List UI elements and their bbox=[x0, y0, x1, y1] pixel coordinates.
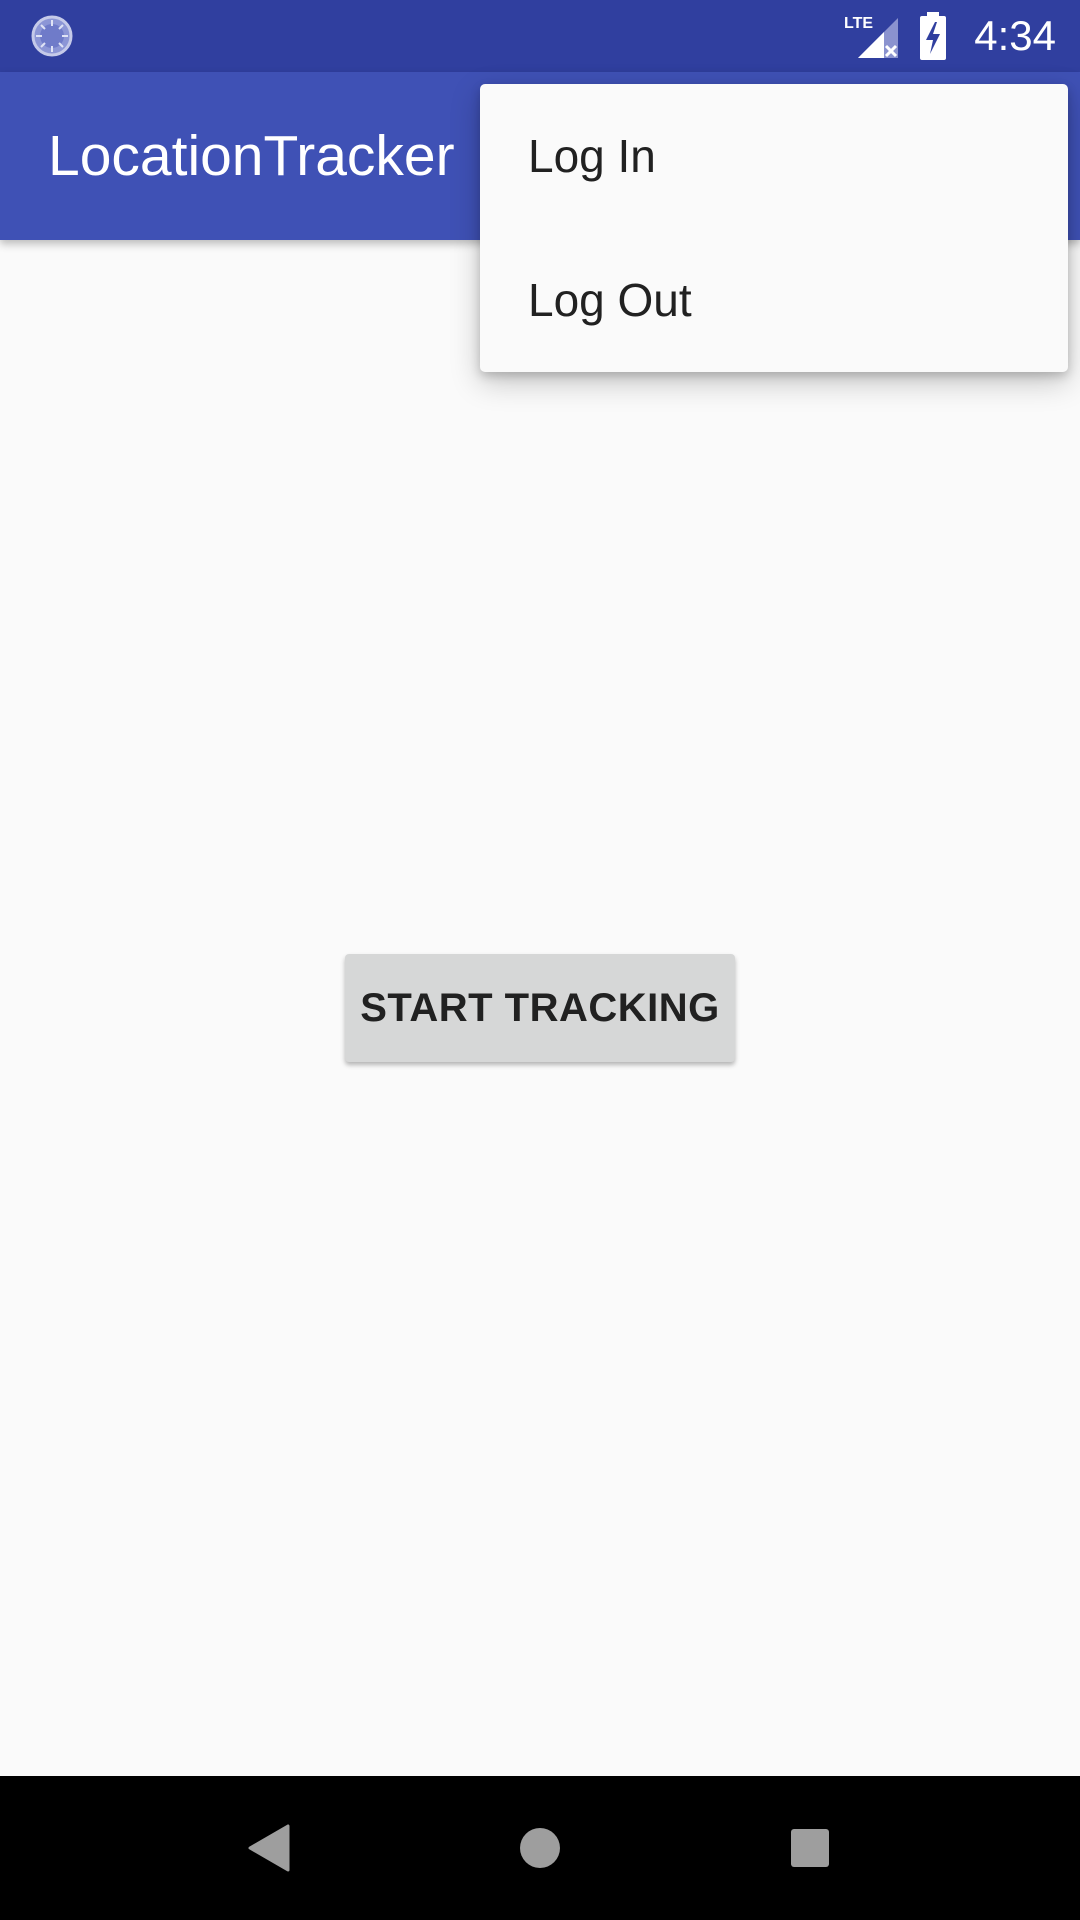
screen: LTE 4:34 LocationTracker Log In Log Out … bbox=[0, 0, 1080, 1920]
menu-item-log-in[interactable]: Log In bbox=[480, 84, 1068, 228]
back-triangle-icon[interactable] bbox=[248, 1824, 290, 1872]
menu-item-log-out[interactable]: Log Out bbox=[480, 228, 1068, 372]
app-title: LocationTracker bbox=[48, 124, 455, 188]
navigation-bar bbox=[0, 1776, 1080, 1920]
loading-spinner-icon bbox=[30, 14, 74, 58]
status-bar: LTE 4:34 bbox=[0, 0, 1080, 72]
recents-square-icon[interactable] bbox=[791, 1829, 829, 1867]
home-circle-icon[interactable] bbox=[520, 1828, 560, 1868]
start-tracking-button[interactable]: START TRACKING bbox=[345, 954, 735, 1062]
signal-no-service-icon: LTE bbox=[844, 12, 900, 60]
lte-label: LTE bbox=[844, 15, 873, 32]
overflow-menu: Log In Log Out bbox=[480, 84, 1068, 372]
battery-charging-icon bbox=[918, 12, 948, 60]
status-time: 4:34 bbox=[974, 12, 1056, 59]
